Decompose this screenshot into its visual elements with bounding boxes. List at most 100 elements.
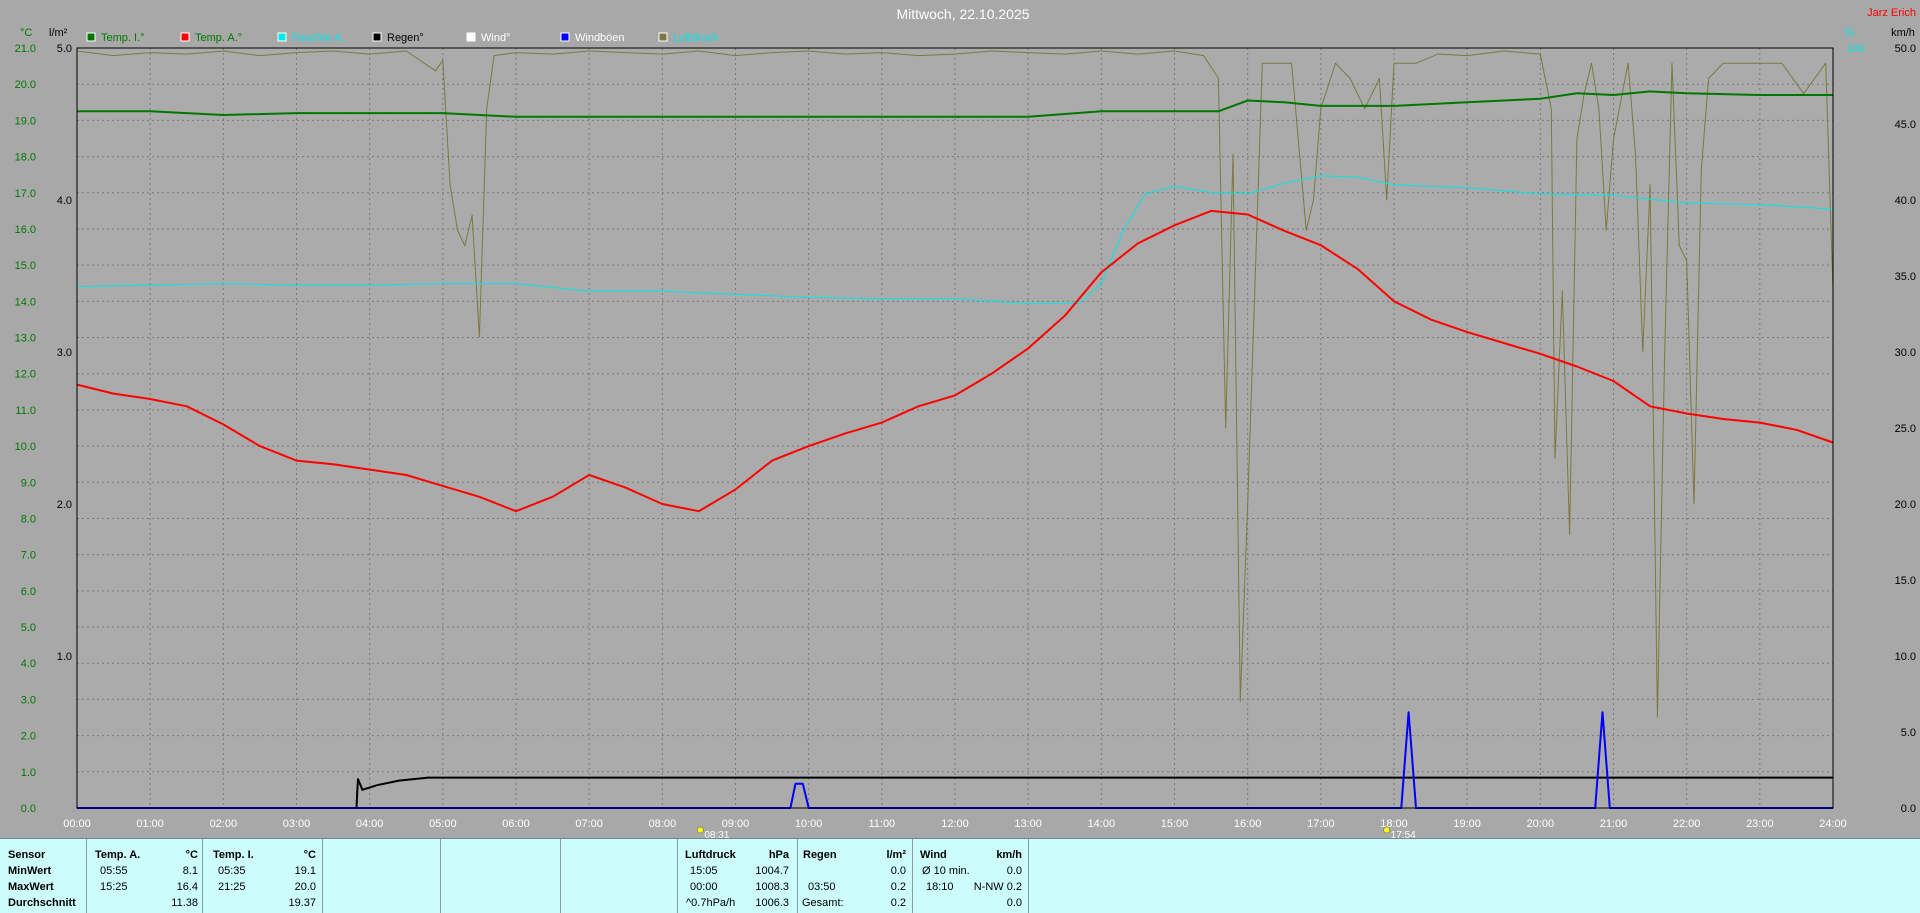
legend: Temp. I.° Temp. A.° Feuchte A. Regen° Wind° W… — [86, 32, 719, 44]
legend-label: Regen° — [387, 32, 424, 44]
temp-tick-label: 1.0 — [21, 767, 36, 779]
temp-a-header: Temp. A. — [95, 849, 141, 861]
wind-tick-label: 10.0 — [1895, 651, 1916, 663]
temp-i-min: 19.1 — [294, 865, 316, 877]
rain-tick-label: 3.0 — [57, 347, 72, 359]
chart-title: Mittwoch, 22.10.2025 — [896, 6, 1029, 22]
x-tick-label: 16:00 — [1234, 818, 1262, 830]
temp-tick-label: 20.0 — [15, 79, 36, 91]
temp-tick-label: 6.0 — [21, 586, 36, 598]
legend-swatch — [658, 32, 668, 42]
temp-tick-label: 0.0 — [21, 803, 36, 815]
sun-marker-label: 17:54 — [1391, 830, 1416, 838]
temp-i-avg: 19.37 — [288, 897, 316, 909]
temp-tick-label: 13.0 — [15, 333, 36, 345]
wind-max: N-NW 0.2 — [973, 881, 1022, 893]
wind-tick-label: 25.0 — [1895, 423, 1916, 435]
x-tick-label: 07:00 — [575, 818, 603, 830]
legend-label: Windböen — [575, 32, 625, 44]
temp-a-max: 16.4 — [176, 881, 198, 893]
sun-marker-label: 08:31 — [704, 830, 729, 838]
wind-tick-label: 5.0 — [1901, 727, 1916, 739]
legend-swatch — [86, 32, 96, 42]
x-tick-label: 17:00 — [1307, 818, 1335, 830]
wind-tick-label: 35.0 — [1895, 271, 1916, 283]
wind-tick-label: 30.0 — [1895, 347, 1916, 359]
x-tick-label: 08:00 — [649, 818, 677, 830]
temp-a-avg: 11.38 — [171, 897, 198, 909]
legend-label: Temp. I.° — [101, 32, 145, 44]
temp-tick-label: 11.0 — [15, 405, 36, 417]
pressure-header: Luftdruck — [685, 849, 736, 861]
rain-max: 0.2 — [890, 881, 906, 893]
x-tick-label: 14:00 — [1088, 818, 1116, 830]
x-tick-label: 13:00 — [1014, 818, 1042, 830]
temp-tick-label: 10.0 — [15, 441, 36, 453]
x-tick-label: 22:00 — [1673, 818, 1701, 830]
legend-label: Temp. A.° — [195, 32, 242, 44]
wind-unit: km/h — [996, 849, 1022, 861]
x-tick-label: 19:00 — [1453, 818, 1481, 830]
pressure-avg: 1006.3 — [755, 897, 789, 909]
weather-chart: 00:00 01:00 02:00 03:00 04:00 05:00 06:00 07:00… — [15, 6, 1916, 838]
rain-tick-label: 5.0 — [57, 43, 72, 55]
temp-tick-label: 7.0 — [21, 550, 36, 562]
temp-a-max-time: 15:25 — [100, 881, 128, 893]
sun-marker-icon — [697, 826, 704, 834]
x-tick-label: 00:00 — [63, 818, 91, 830]
pressure-min-time: 15:05 — [690, 865, 718, 877]
pressure-min: 1004.7 — [755, 865, 789, 877]
legend-swatch — [560, 32, 570, 42]
rain-unit: l/m² — [886, 849, 906, 861]
temp-i-header: Temp. I. — [213, 849, 254, 861]
wind-tick-label: 40.0 — [1895, 195, 1916, 207]
rain-tick-label: 4.0 — [57, 195, 72, 207]
x-tick-label: 01:00 — [136, 818, 164, 830]
pressure-trend: ^0.7hPa/h — [686, 897, 736, 909]
pressure-unit: hPa — [768, 849, 789, 861]
x-tick-label: 06:00 — [502, 818, 530, 830]
right-pct-unit: % — [1844, 27, 1854, 39]
x-tick-label: 11:00 — [868, 818, 895, 830]
rain-total-label: Gesamt: — [802, 897, 844, 909]
temp-tick-label: 4.0 — [21, 658, 36, 670]
x-tick-label: 02:00 — [210, 818, 238, 830]
left-temp-unit: °C — [20, 27, 32, 39]
rain-tick-label: 2.0 — [57, 499, 72, 511]
left-rain-unit: l/m² — [49, 27, 68, 39]
rain-header: Regen — [803, 849, 837, 861]
x-tick-label: 03:00 — [283, 818, 311, 830]
temp-a-min-time: 05:55 — [100, 865, 128, 877]
pct-tick-label: 100 — [1847, 43, 1865, 55]
wind-tick-label: 15.0 — [1895, 575, 1916, 587]
legend-swatch — [180, 32, 190, 42]
rain-min: 0.0 — [890, 865, 906, 877]
temp-tick-label: 5.0 — [21, 622, 36, 634]
wind-third: 0.0 — [1006, 897, 1022, 909]
temp-tick-label: 19.0 — [15, 115, 36, 127]
author-label: Jarz Erich — [1867, 7, 1916, 19]
rain-max-time: 03:50 — [808, 881, 836, 893]
x-tick-label: 04:00 — [356, 818, 384, 830]
row-label-sensor: Sensor — [8, 849, 46, 861]
temp-tick-label: 18.0 — [15, 152, 36, 164]
temp-a-min: 8.1 — [182, 865, 198, 877]
pressure-max-time: 00:00 — [690, 881, 718, 893]
wind-tick-label: 50.0 — [1895, 43, 1916, 55]
rain-total: 0.2 — [890, 897, 906, 909]
wind-avg-label: Ø 10 min. — [922, 865, 970, 877]
x-tick-label: 23:00 — [1746, 818, 1774, 830]
wind-tick-label: 0.0 — [1901, 803, 1916, 815]
legend-swatch — [372, 32, 382, 42]
wind-avg: 0.0 — [1006, 865, 1022, 877]
temp-tick-label: 14.0 — [15, 296, 36, 308]
temp-tick-label: 15.0 — [15, 260, 36, 272]
legend-label: Wind° — [481, 32, 510, 44]
row-label-avg: Durchschnitt — [8, 897, 76, 909]
legend-label: Feuchte A. — [292, 32, 345, 44]
row-label-max: MaxWert — [8, 881, 54, 893]
x-tick-label: 20:00 — [1527, 818, 1555, 830]
temp-i-unit: °C — [303, 849, 316, 861]
temp-tick-label: 17.0 — [15, 188, 36, 200]
temp-tick-label: 2.0 — [21, 731, 36, 743]
